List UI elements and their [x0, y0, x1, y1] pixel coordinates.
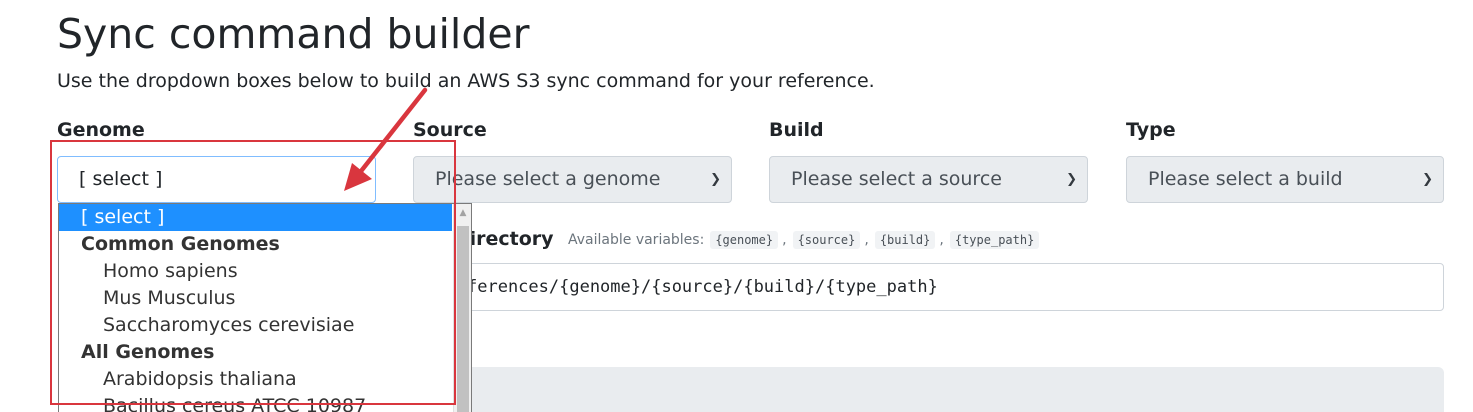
scrollbar-thumb[interactable] — [457, 226, 469, 412]
page-title: Sync command builder — [57, 10, 530, 58]
optgroup-all-genomes: All Genomes — [81, 341, 215, 363]
chevron-down-icon: ❯ — [1422, 172, 1433, 187]
page-subtitle: Use the dropdown boxes below to build an… — [57, 70, 875, 92]
source-select-value: Please select a genome — [435, 168, 661, 190]
source-label: Source — [413, 119, 487, 141]
variable-chip: {source} — [792, 231, 861, 249]
build-select-value: Please select a source — [791, 168, 1002, 190]
type-select[interactable]: Please select a build ❯ — [1126, 156, 1444, 203]
separator: , — [864, 232, 869, 248]
variable-chip: {genome} — [710, 231, 779, 249]
dropdown-scrollbar[interactable]: ▲ — [453, 204, 471, 412]
separator: , — [939, 232, 944, 248]
separator: , — [782, 232, 787, 248]
available-variables: Available variables: {genome} , {source}… — [568, 226, 1040, 254]
type-select-value: Please select a build — [1148, 168, 1343, 190]
sync-builder-page: Sync command builder Use the dropdown bo… — [0, 0, 1473, 412]
genome-select[interactable]: [ select ] — [57, 156, 376, 203]
option-bacillus-cereus[interactable]: Bacillus cereus ATCC 10987 — [59, 393, 452, 412]
source-select[interactable]: Please select a genome ❯ — [413, 156, 732, 203]
chevron-down-icon: ❯ — [710, 172, 721, 187]
command-output-box — [440, 367, 1444, 412]
triangle-up-icon[interactable]: ▲ — [454, 204, 471, 222]
option-mus-musculus[interactable]: Mus Musculus — [59, 285, 452, 312]
genome-label: Genome — [57, 119, 145, 141]
option-select[interactable]: [ select ] — [59, 204, 452, 231]
optgroup-common-genomes: Common Genomes — [81, 233, 280, 255]
type-label: Type — [1126, 119, 1176, 141]
option-homo-sapiens[interactable]: Homo sapiens — [59, 258, 452, 285]
output-path-input[interactable]: ferences/{genome}/{source}/{build}/{type… — [440, 263, 1444, 311]
output-path-value: ferences/{genome}/{source}/{build}/{type… — [467, 277, 938, 297]
build-label: Build — [769, 119, 824, 141]
genome-select-value: [ select ] — [79, 168, 163, 190]
chevron-down-icon: ❯ — [1066, 172, 1077, 187]
genome-dropdown-list[interactable]: [ select ] Common Genomes Homo sapiens M… — [58, 203, 472, 412]
option-saccharomyces-cerevisiae[interactable]: Saccharomyces cerevisiae — [59, 312, 452, 339]
build-select[interactable]: Please select a source ❯ — [769, 156, 1088, 203]
variables-label: Available variables: — [568, 232, 705, 248]
variable-chip: {type_path} — [949, 231, 1040, 249]
option-arabidopsis-thaliana[interactable]: Arabidopsis thaliana — [59, 366, 452, 393]
variable-chip: {build} — [874, 231, 936, 249]
